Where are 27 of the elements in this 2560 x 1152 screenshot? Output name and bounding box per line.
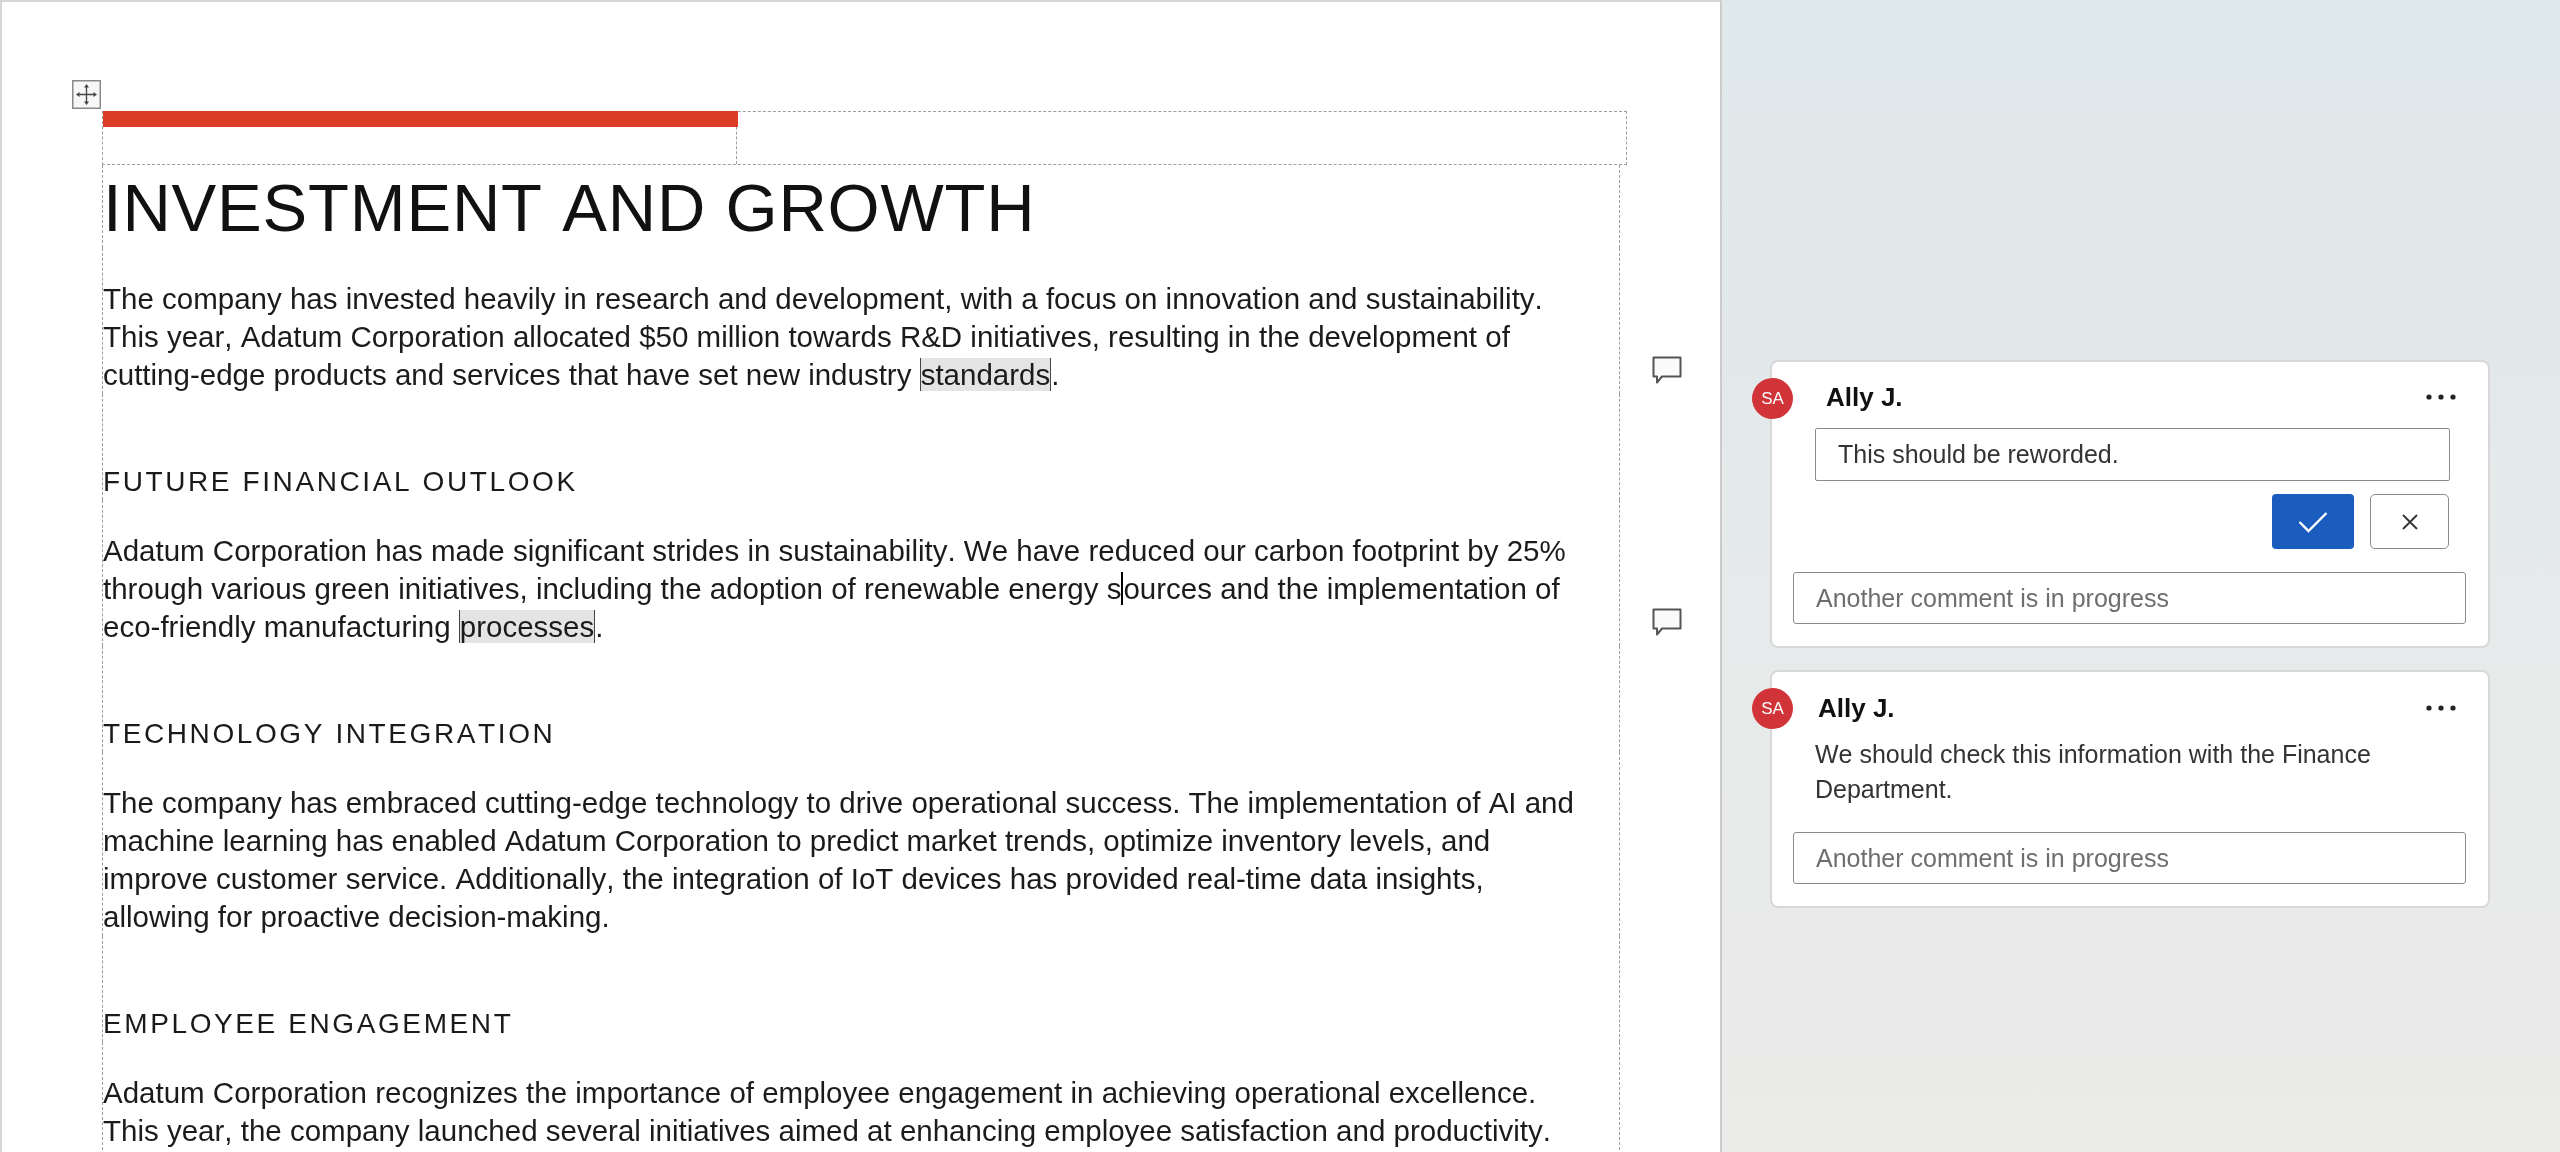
section-heading: EMPLOYEE ENGAGEMENT bbox=[103, 1007, 514, 1041]
comment-text: We should check this information with the Finance Department. bbox=[1815, 739, 2372, 805]
more-icon bbox=[2426, 705, 2456, 711]
comment-icon[interactable] bbox=[1652, 608, 1682, 637]
comment-edit-field[interactable]: This should be reworded. bbox=[1815, 428, 2450, 481]
avatar: SA bbox=[1752, 378, 1793, 419]
document-title: INVESTMENT AND GROWTH bbox=[103, 169, 1036, 247]
reply-field[interactable]: Another comment is in progress bbox=[1793, 832, 2466, 884]
move-icon[interactable] bbox=[72, 80, 101, 109]
avatar: SA bbox=[1752, 688, 1793, 729]
more-icon bbox=[2426, 394, 2456, 400]
reply-field[interactable]: Another comment is in progress bbox=[1793, 572, 2466, 624]
section-heading: FUTURE FINANCIAL OUTLOOK bbox=[103, 465, 578, 499]
post-button[interactable] bbox=[2272, 494, 2354, 549]
section-heading: TECHNOLOGY INTEGRATION bbox=[103, 717, 556, 751]
cancel-button[interactable] bbox=[2370, 494, 2449, 549]
more-options-button[interactable] bbox=[2426, 705, 2456, 711]
comment-icon[interactable] bbox=[1652, 356, 1682, 385]
body-paragraph: Adatum Corporation recognizes the importance of employee engagement in achieving operational excellence. This year, the company launched several initiatives aimed at enhancing employee satisfaction and productivity. bbox=[103, 1075, 1552, 1149]
close-icon bbox=[2401, 513, 2418, 530]
body-paragraph: The company has embraced cutting-edge technology to drive operational success. The implementation of AI and machine learning has enabled Adatum Corporation to predict market trends, optimize inventory levels, and improve customer service. Additionally, the integration of IoT devices has provided real-time data insights, allowing for proactive decision-making. bbox=[103, 785, 1575, 935]
author-name: Ally J. bbox=[1826, 382, 1903, 412]
body-paragraph: The company has invested heavily in research and development, with a focus on innovation and sustainability. This year, Adatum Corporation allocated $50 million towards R&D initiatives, resulting in the development of cutting-edge products and services that have set new industry standards. bbox=[103, 281, 1544, 393]
body-paragraph: Adatum Corporation has made significant strides in sustainability. We have reduced our carbon footprint by 25% through various green initiatives, including the adoption of renewable energy sources and the implementation of eco-friendly manufacturing processes. bbox=[103, 533, 1567, 645]
checkmark-icon bbox=[2298, 510, 2328, 533]
more-options-button[interactable] bbox=[2426, 394, 2456, 400]
author-name: Ally J. bbox=[1818, 693, 1895, 723]
